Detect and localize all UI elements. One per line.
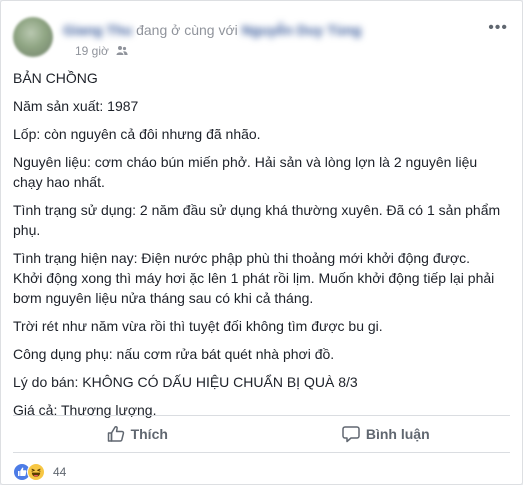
like-button[interactable]: Thích xyxy=(13,416,262,451)
tagged-name[interactable]: Nguyễn Duy Tùng xyxy=(242,22,362,38)
post-line-side-use: Công dụng phụ: nấu cơm rửa bát quét nhà … xyxy=(13,346,335,362)
comment-button[interactable]: Bình luận xyxy=(262,416,511,451)
with-text: đang ở cùng với xyxy=(136,22,238,38)
reaction-count[interactable]: 44 xyxy=(53,465,66,479)
timestamp[interactable]: 19 giờ xyxy=(75,44,109,58)
friends-icon xyxy=(116,45,128,59)
like-label: Thích xyxy=(130,425,168,442)
post-line-tires: Lốp: còn nguyên cả đôi nhưng đã nhão. xyxy=(13,126,261,142)
avatar[interactable] xyxy=(13,17,53,57)
post-line-reason: Lý do bán: KHÔNG CÓ DẤU HIỆU CHUẨN BỊ QU… xyxy=(13,374,358,390)
post-header: Giang Thu đang ở cùng với Nguyễn Duy Tùn… xyxy=(13,13,510,61)
post-line-usage: Tình trạng sử dụng: 2 năm đầu sử dụng kh… xyxy=(13,202,501,238)
author-name[interactable]: Giang Thu xyxy=(63,22,132,38)
post-body: BẢN CHỒNG Năm sản xuất: 1987 Lốp: còn ng… xyxy=(13,68,503,428)
action-bar: Thích Bình luận xyxy=(13,416,510,451)
post-meta: 19 giờ xyxy=(75,44,128,59)
post-card: Giang Thu đang ở cùng với Nguyễn Duy Tùn… xyxy=(0,0,523,485)
author-line: Giang Thu đang ở cùng với Nguyễn Duy Tùn… xyxy=(63,22,361,38)
post-line-winter: Trời rét như năm vừa rồi thì tuyệt đối k… xyxy=(13,318,383,334)
reaction-summary[interactable]: 44 xyxy=(13,463,66,481)
comment-label: Bình luận xyxy=(365,425,430,442)
divider xyxy=(13,452,510,453)
more-icon[interactable]: ••• xyxy=(488,20,508,36)
post-line-year: Năm sản xuất: 1987 xyxy=(13,98,139,114)
post-line-title: BẢN CHỒNG xyxy=(13,70,98,86)
thumbs-up-icon xyxy=(107,425,124,442)
post-line-condition: Tình trạng hiện nay: Điện nước phập phù … xyxy=(13,250,495,306)
haha-icon xyxy=(27,463,45,481)
post-line-fuel: Nguyên liệu: cơm cháo bún miến phở. Hải … xyxy=(13,154,478,190)
comment-icon xyxy=(342,425,360,442)
